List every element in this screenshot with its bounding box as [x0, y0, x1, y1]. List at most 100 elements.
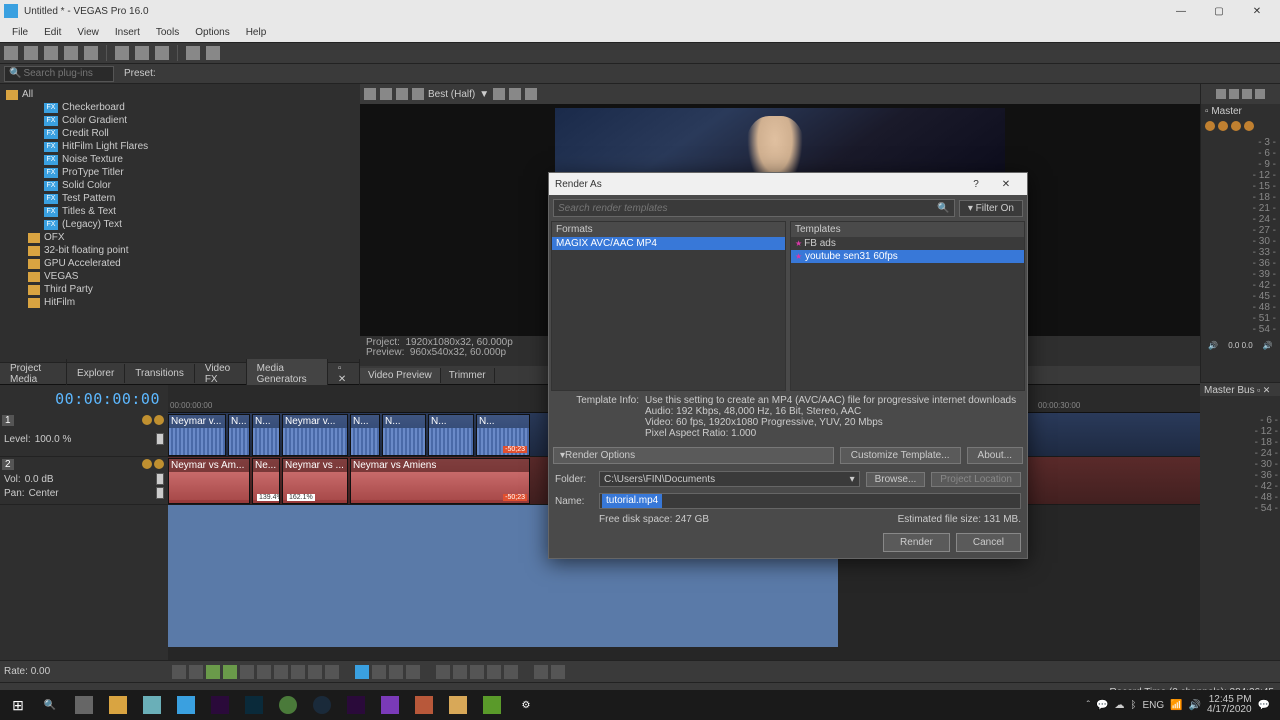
next-frame-button[interactable] — [325, 665, 339, 679]
tab-media-generators[interactable]: Media Generators — [247, 359, 328, 389]
play-icon[interactable] — [1229, 89, 1239, 99]
grid-icon[interactable] — [493, 88, 505, 100]
gear-icon[interactable] — [364, 88, 376, 100]
close-button[interactable]: ✕ — [1244, 6, 1270, 17]
templates-list[interactable]: Templates ★FB ads ★ youtube sen31 60fps — [790, 221, 1025, 391]
tab-trimmer[interactable]: Trimmer — [441, 368, 495, 383]
start-button[interactable]: ⊞ — [4, 693, 32, 717]
open-icon[interactable] — [24, 46, 38, 60]
format-item-selected[interactable]: MAGIX AVC/AAC MP4 — [552, 237, 785, 250]
region-button[interactable] — [551, 665, 565, 679]
filter-dropdown[interactable]: ▾ Filter On — [959, 200, 1023, 217]
task-app-icon[interactable] — [408, 693, 440, 717]
tray-wifi-icon[interactable]: 📶 — [1170, 700, 1182, 711]
tree-folder[interactable]: GPU Accelerated — [4, 257, 356, 270]
tree-fx-item[interactable]: FXNoise Texture — [4, 153, 356, 166]
tree-fx-item[interactable]: FXTitles & Text — [4, 205, 356, 218]
overlay-icon[interactable] — [509, 88, 521, 100]
tab-transitions[interactable]: Transitions — [125, 364, 195, 383]
record-button[interactable] — [172, 665, 186, 679]
envelope-tool-button[interactable] — [406, 665, 420, 679]
render-options-expand[interactable]: ▾ Render Options — [553, 447, 834, 464]
paste-icon[interactable] — [155, 46, 169, 60]
menu-tools[interactable]: Tools — [148, 25, 187, 40]
tray-volume-icon[interactable]: 🔊 — [1189, 700, 1201, 711]
split-icon[interactable] — [412, 88, 424, 100]
tree-folder[interactable]: Third Party — [4, 283, 356, 296]
customize-template-button[interactable]: Customize Template... — [840, 447, 961, 464]
stop-button[interactable] — [257, 665, 271, 679]
file-explorer-icon[interactable] — [102, 693, 134, 717]
video-clip[interactable]: Neymar v... — [282, 414, 348, 456]
minimize-button[interactable]: — — [1168, 6, 1194, 17]
chrome-task-icon[interactable] — [272, 693, 304, 717]
tree-folder[interactable]: HitFilm — [4, 296, 356, 309]
render-button[interactable]: Render — [883, 533, 950, 552]
tree-fx-item[interactable]: FXHitFilm Light Flares — [4, 140, 356, 153]
photoshop-task-icon[interactable] — [238, 693, 270, 717]
gear-icon[interactable] — [1216, 89, 1226, 99]
audio-clip[interactable]: Neymar vs Amiens-50;23 — [350, 458, 530, 504]
video-clip[interactable]: N... — [252, 414, 280, 456]
template-item-selected[interactable]: ★ youtube sen31 60fps — [791, 250, 1024, 263]
about-button[interactable]: About... — [967, 447, 1023, 464]
formats-list[interactable]: Formats MAGIX AVC/AAC MP4 — [551, 221, 786, 391]
tree-folder[interactable]: VEGAS — [4, 270, 356, 283]
video-clip[interactable]: Neymar v... — [168, 414, 226, 456]
copy-icon[interactable] — [135, 46, 149, 60]
copy-frame-icon[interactable] — [525, 88, 537, 100]
plugin-tree[interactable]: All FXCheckerboard FXColor Gradient FXCr… — [0, 84, 360, 362]
snap-button[interactable] — [436, 665, 450, 679]
folder-combobox[interactable]: C:\Users\FIN\Documents▾ — [599, 471, 860, 487]
menu-options[interactable]: Options — [187, 25, 237, 40]
video-track-header[interactable]: 1 Level: 100.0 % — [0, 413, 168, 457]
tree-root[interactable]: All — [4, 88, 356, 101]
audio-clip[interactable]: Neymar vs Am... — [168, 458, 250, 504]
menu-insert[interactable]: Insert — [107, 25, 148, 40]
settings-task-icon[interactable]: ⚙ — [510, 693, 542, 717]
video-clip[interactable]: N... — [382, 414, 426, 456]
dialog-help-button[interactable]: ? — [961, 179, 991, 190]
task-app-icon[interactable] — [340, 693, 372, 717]
prev-frame-button[interactable] — [308, 665, 322, 679]
tab-video-preview[interactable]: Video Preview — [360, 368, 441, 383]
zoom-tool-button[interactable] — [389, 665, 403, 679]
tree-folder[interactable]: 32-bit floating point — [4, 244, 356, 257]
project-location-button[interactable]: Project Location — [931, 472, 1021, 487]
nvidia-icon[interactable] — [476, 693, 508, 717]
audio-clip[interactable]: Ne...139.4% — [252, 458, 280, 504]
tree-fx-item[interactable]: FXColor Gradient — [4, 114, 356, 127]
download-icon[interactable] — [1255, 89, 1265, 99]
dialog-titlebar[interactable]: Render As ? ✕ — [549, 173, 1027, 195]
task-app-icon[interactable] — [442, 693, 474, 717]
tray-bluetooth-icon[interactable]: ᛒ — [1130, 700, 1136, 711]
master-bus-tab[interactable]: Master Bus ▫ ✕ — [1200, 382, 1280, 396]
tray-lang[interactable]: ENG — [1142, 700, 1164, 711]
menu-help[interactable]: Help — [238, 25, 275, 40]
tab-explorer[interactable]: Explorer — [67, 364, 125, 383]
pan-slider[interactable] — [156, 487, 164, 499]
vegas-task-icon[interactable] — [170, 693, 202, 717]
audio-clip[interactable]: Neymar vs ...162.1% — [282, 458, 348, 504]
tree-folder[interactable]: OFX — [4, 231, 356, 244]
tab-project-media[interactable]: Project Media — [0, 359, 67, 389]
tray-chat-icon[interactable]: 💬 — [1096, 700, 1108, 711]
task-app-icon[interactable] — [136, 693, 168, 717]
video-clip[interactable]: N...-50;23 — [476, 414, 530, 456]
solo-icon[interactable] — [1231, 121, 1241, 131]
video-clip[interactable]: N... — [428, 414, 474, 456]
tree-fx-item[interactable]: FXCheckerboard — [4, 101, 356, 114]
properties-icon[interactable] — [84, 46, 98, 60]
tray-notifications-icon[interactable]: 💬 — [1258, 700, 1270, 711]
name-input[interactable]: tutorial.mp4 — [602, 494, 662, 508]
new-icon[interactable] — [4, 46, 18, 60]
tab-video-fx[interactable]: Video FX — [195, 359, 247, 389]
cancel-button[interactable]: Cancel — [956, 533, 1021, 552]
menu-file[interactable]: File — [4, 25, 36, 40]
render-search-box[interactable]: 🔍 — [553, 199, 955, 217]
loop-button[interactable] — [189, 665, 203, 679]
vol-slider[interactable] — [156, 473, 164, 485]
tray-chevron-icon[interactable]: ˆ — [1087, 700, 1090, 711]
auto-ripple-button[interactable] — [453, 665, 467, 679]
go-end-button[interactable] — [291, 665, 305, 679]
